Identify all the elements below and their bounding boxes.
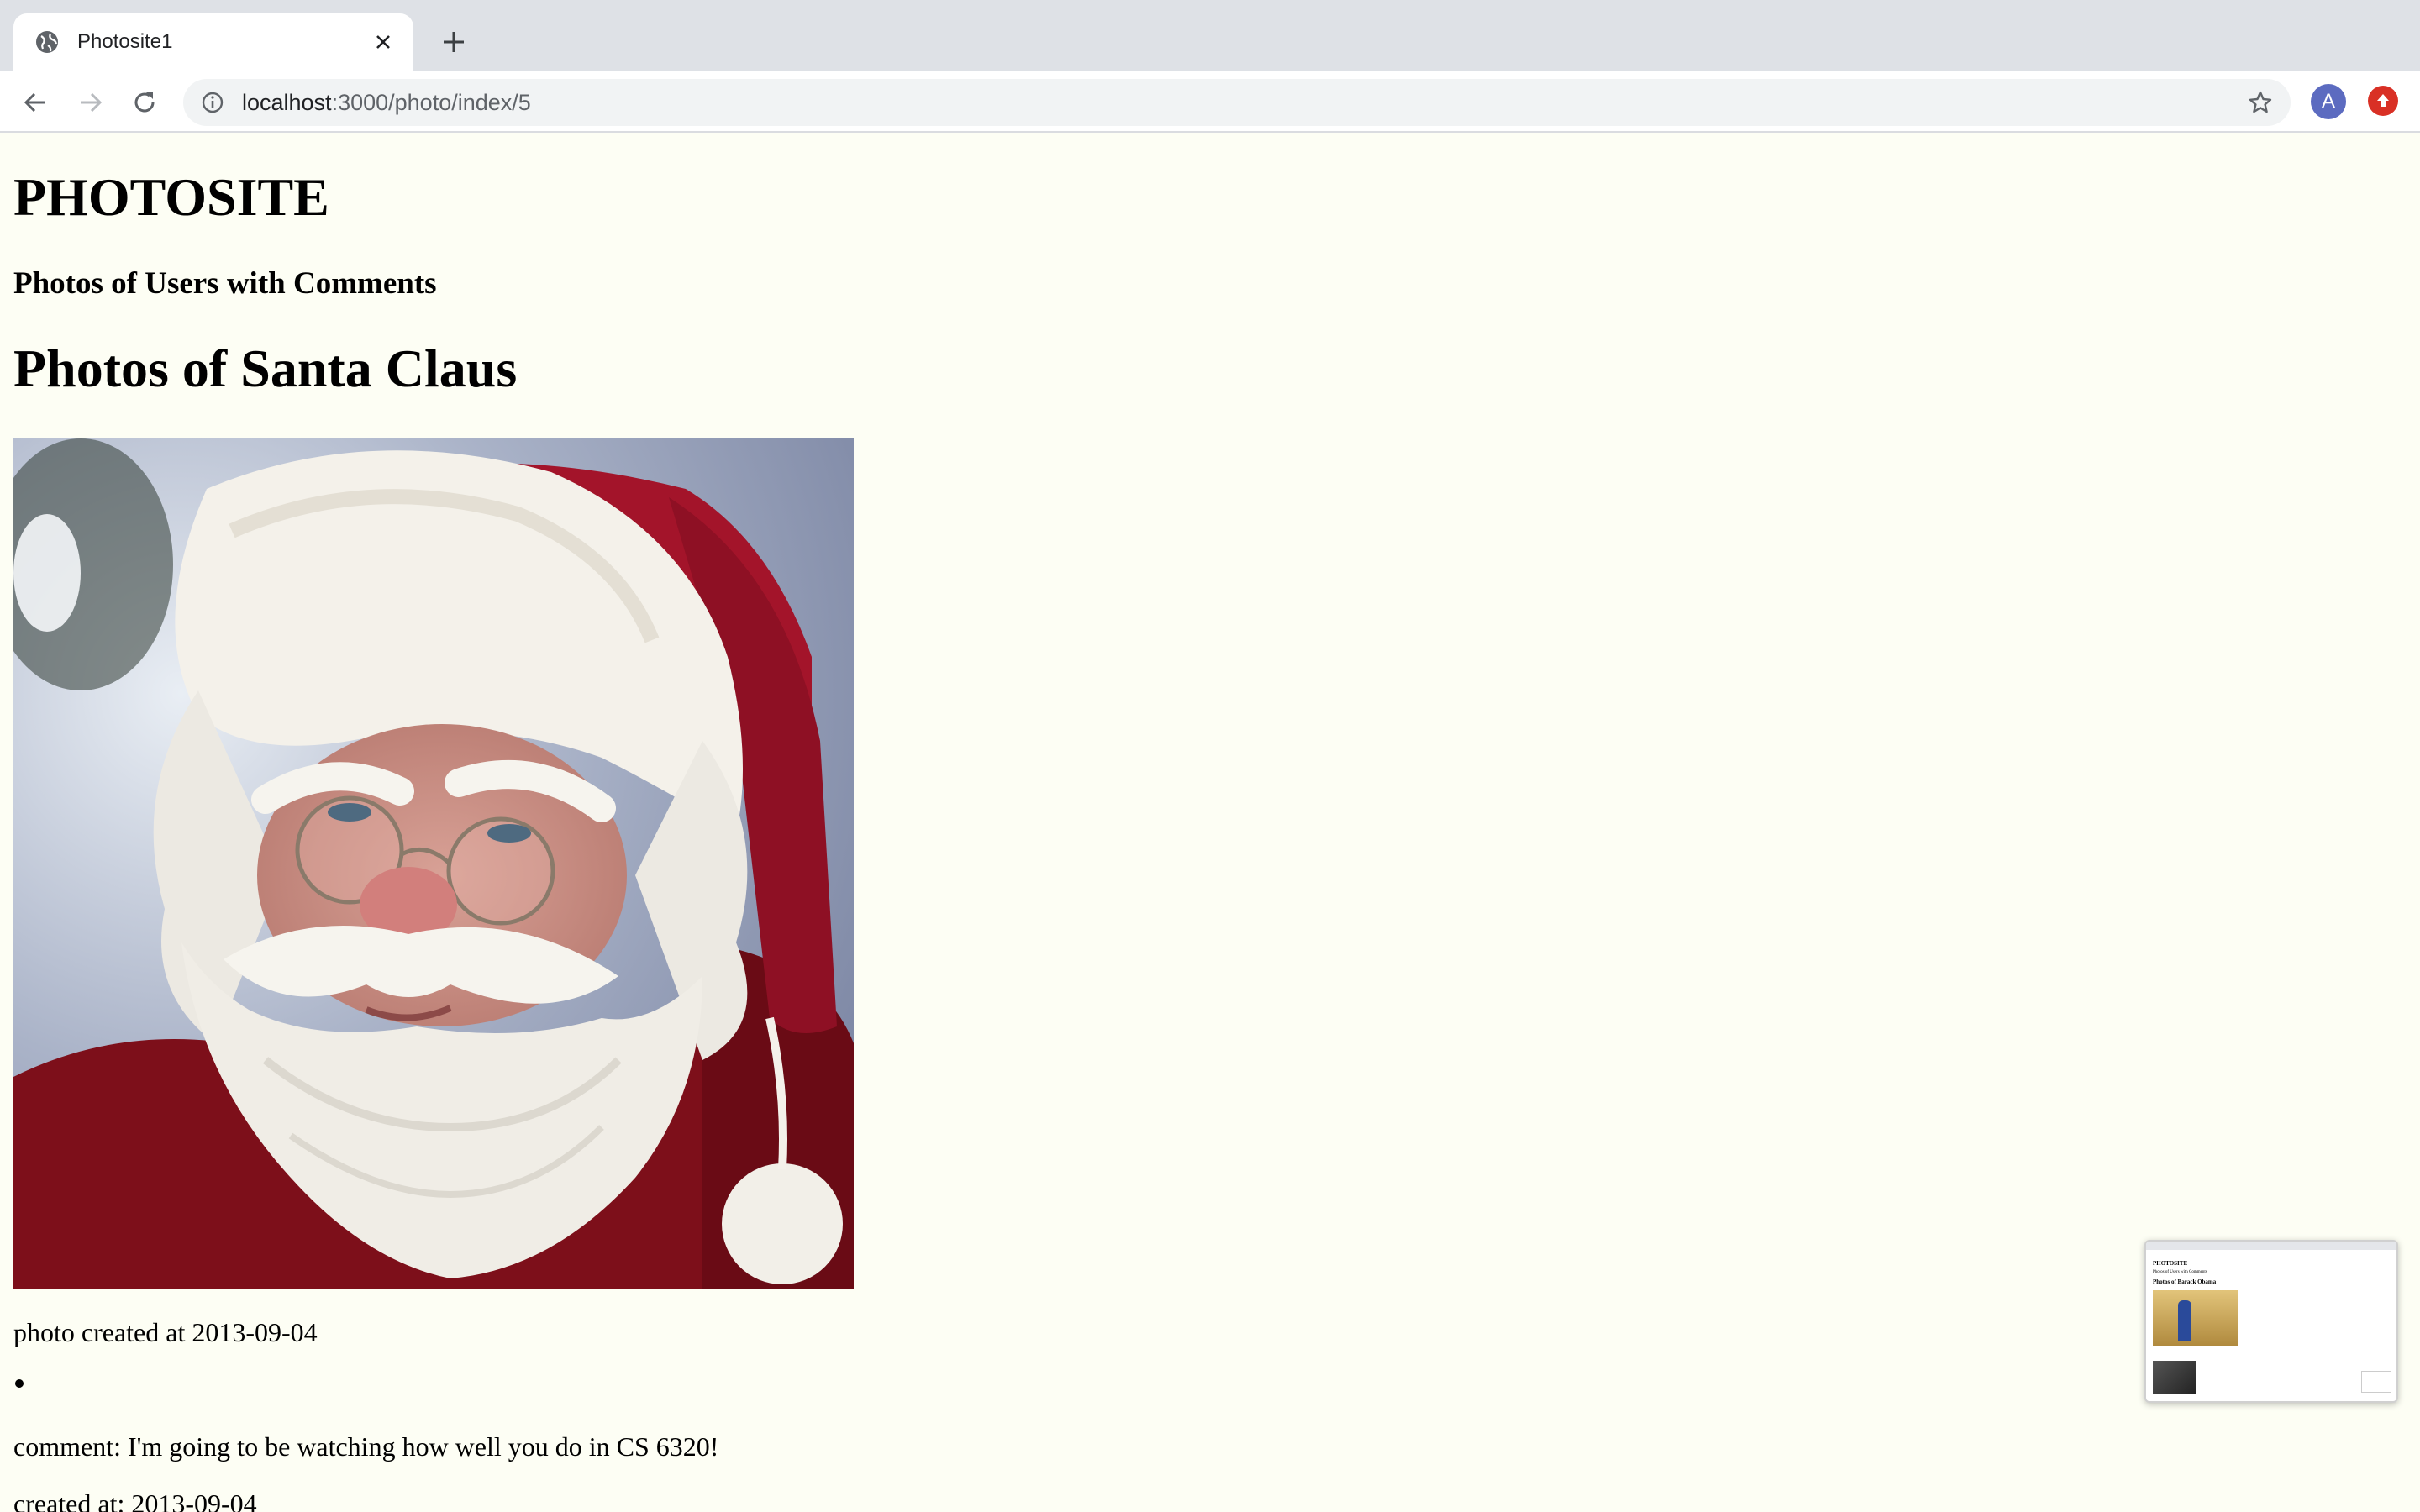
close-icon[interactable] — [370, 29, 397, 55]
url-text: localhost:3000/photo/index/5 — [242, 90, 531, 116]
address-bar[interactable]: localhost:3000/photo/index/5 — [183, 79, 2291, 126]
browser-toolbar: localhost:3000/photo/index/5 A — [0, 71, 2420, 133]
preview-photo-2 — [2153, 1361, 2196, 1394]
comment-text: comment: I'm going to be watching how we… — [13, 1431, 719, 1462]
star-icon[interactable] — [2247, 89, 2274, 116]
preview-heading: Photos of Barack Obama — [2153, 1278, 2217, 1285]
photo-created-date: photo created at 2013-09-04 — [13, 1317, 318, 1347]
preview-subtitle: Photos of Users with Comments — [2153, 1270, 2207, 1274]
info-icon[interactable] — [200, 90, 225, 115]
user-photo — [13, 438, 854, 1289]
comment-created-date: created at: 2013-09-04 — [13, 1488, 257, 1512]
reload-icon[interactable] — [128, 86, 161, 119]
preview-mini-window — [2361, 1371, 2391, 1393]
tab-strip: Photosite1 — [0, 0, 2420, 71]
user-photos-heading: Photos of Santa Claus — [13, 339, 518, 398]
upload-icon[interactable] — [2368, 86, 2398, 116]
page-preview-thumbnail[interactable]: PHOTOSITE Photos of Users with Comments … — [2144, 1240, 2398, 1403]
globe-icon — [34, 29, 60, 55]
avatar[interactable]: A — [2311, 84, 2346, 119]
site-subtitle: Photos of Users with Comments — [13, 266, 437, 301]
back-arrow-icon[interactable] — [18, 86, 52, 119]
preview-title: PHOTOSITE — [2153, 1260, 2188, 1267]
tab-title: Photosite1 — [77, 30, 173, 53]
list-bullet — [15, 1379, 24, 1388]
forward-arrow-icon[interactable] — [74, 86, 108, 119]
site-title: PHOTOSITE — [13, 167, 329, 227]
url-host: localhost — [242, 89, 332, 115]
preview-photo — [2153, 1290, 2238, 1346]
preview-chrome — [2146, 1242, 2396, 1250]
url-path: :3000/photo/index/5 — [331, 89, 531, 115]
plus-icon[interactable] — [437, 25, 471, 59]
browser-tab[interactable]: Photosite1 — [13, 13, 413, 71]
